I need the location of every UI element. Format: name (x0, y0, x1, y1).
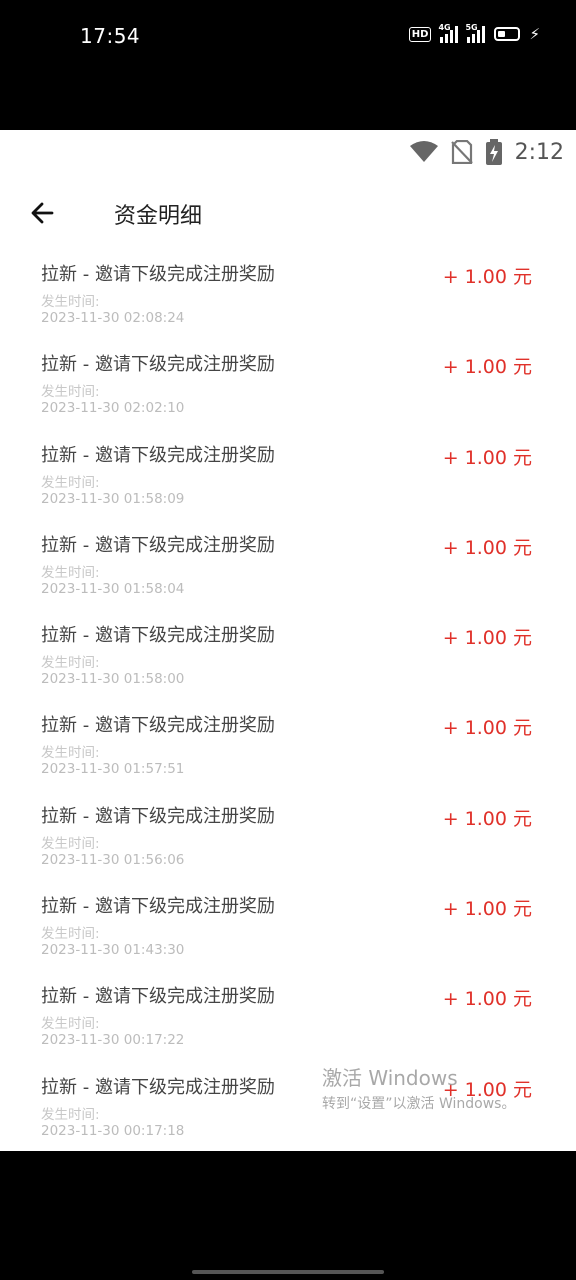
transaction-date: 2023-11-30 01:58:09 (41, 490, 185, 507)
transaction-amount: + 1.00 元 (442, 898, 532, 921)
transaction-row[interactable]: 拉新 - 邀请下级完成注册奖励 发生时间: 2023-11-30 01:57:5… (0, 705, 576, 795)
transaction-time-label: 发生时间: (41, 294, 100, 310)
home-indicator[interactable] (192, 1270, 384, 1274)
transaction-title: 拉新 - 邀请下级完成注册奖励 (41, 805, 275, 827)
signal-5g-label: 5G (465, 23, 478, 32)
transaction-time-label: 发生时间: (41, 384, 100, 401)
app-screen: 2:12 资金明细 拉新 - 邀请下级完成注册奖励 发生时间: 2023-11-… (0, 130, 576, 1151)
page-header: 资金明细 (0, 192, 576, 232)
transaction-amount: + 1.00 元 (442, 988, 532, 1011)
transaction-date: 2023-11-30 02:08:24 (41, 310, 185, 326)
transaction-amount: + 1.00 元 (442, 446, 532, 469)
no-sim-icon (450, 140, 473, 164)
outer-status-icons: HD 4G 5G ⚡ (408, 23, 540, 43)
transaction-amount: + 1.00 元 (442, 717, 532, 740)
transaction-time-label: 发生时间: (41, 564, 100, 581)
transaction-row[interactable]: 拉新 - 邀请下级完成注册奖励 发生时间: 2023-11-30 01:58:0… (0, 525, 576, 615)
outer-status-bar: 17:54 HD 4G 5G ⚡ (0, 0, 576, 130)
transaction-title: 拉新 - 邀请下级完成注册奖励 (41, 444, 275, 466)
transaction-title: 拉新 - 邀请下级完成注册奖励 (41, 1076, 275, 1098)
wifi-icon (409, 141, 438, 162)
inner-status-time: 2:12 (514, 139, 564, 165)
transaction-title: 拉新 - 邀请下级完成注册奖励 (41, 534, 275, 556)
transaction-row[interactable]: 拉新 - 邀请下级完成注册奖励 发生时间: 2023-11-30 01:43:3… (0, 886, 576, 976)
transaction-amount: + 1.00 元 (442, 356, 532, 379)
transaction-row[interactable]: 拉新 - 邀请下级完成注册奖励 发生时间: 2023-11-30 00:17:2… (0, 976, 576, 1066)
transaction-date: 2023-11-30 01:57:51 (41, 761, 185, 778)
transaction-time-label: 发生时间: (41, 474, 100, 491)
transaction-row[interactable]: 拉新 - 邀请下级完成注册奖励 发生时间: 2023-11-30 01:56:0… (0, 796, 576, 886)
transaction-amount: + 1.00 元 (442, 627, 532, 650)
signal-4g-icon: 4G (438, 23, 459, 43)
transaction-time-label: 发生时间: (41, 655, 100, 672)
transaction-row[interactable]: 拉新 - 邀请下级完成注册奖励 发生时间: 2023-11-30 00:17:1… (0, 1067, 576, 1151)
battery-charging-icon (485, 139, 502, 165)
transaction-title: 拉新 - 邀请下级完成注册奖励 (41, 986, 275, 1008)
transaction-list: 拉新 - 邀请下级完成注册奖励 发生时间: 2023-11-30 02:08:2… (0, 254, 576, 1151)
transaction-date: 2023-11-30 01:43:30 (41, 942, 185, 959)
signal-5g-icon: 5G (465, 23, 486, 43)
transaction-title: 拉新 - 邀请下级完成注册奖励 (41, 715, 275, 737)
inner-status-bar: 2:12 (409, 134, 564, 170)
transaction-row[interactable]: 拉新 - 邀请下级完成注册奖励 发生时间: 2023-11-30 01:58:0… (0, 435, 576, 525)
hd-icon: HD (408, 26, 432, 42)
transaction-amount: + 1.00 元 (442, 536, 532, 559)
transaction-title: 拉新 - 邀请下级完成注册奖励 (41, 354, 275, 376)
transaction-title: 拉新 - 邀请下级完成注册奖励 (41, 264, 275, 285)
transaction-amount: + 1.00 元 (442, 807, 532, 830)
transaction-date: 2023-11-30 00:17:18 (41, 1122, 185, 1139)
back-button[interactable] (28, 198, 58, 228)
arrow-left-icon (31, 202, 54, 224)
charging-bolt-icon: ⚡ (529, 24, 540, 43)
transaction-row[interactable]: 拉新 - 邀请下级完成注册奖励 发生时间: 2023-11-30 02:02:1… (0, 344, 576, 434)
transaction-date: 2023-11-30 01:58:00 (41, 671, 185, 688)
transaction-time-label: 发生时间: (41, 926, 100, 943)
transaction-date: 2023-11-30 01:58:04 (41, 580, 185, 597)
transaction-time-label: 发生时间: (41, 835, 100, 852)
transaction-time-label: 发生时间: (41, 1016, 100, 1033)
signal-4g-label: 4G (438, 23, 451, 32)
transaction-title: 拉新 - 邀请下级完成注册奖励 (41, 896, 275, 918)
transaction-time-label: 发生时间: (41, 1106, 100, 1123)
outer-status-time: 17:54 (80, 24, 141, 48)
transaction-row[interactable]: 拉新 - 邀请下级完成注册奖励 发生时间: 2023-11-30 02:08:2… (0, 254, 576, 344)
transaction-date: 2023-11-30 00:17:22 (41, 1032, 185, 1049)
transaction-date: 2023-11-30 02:02:10 (41, 400, 185, 417)
transaction-amount: + 1.00 元 (442, 1078, 532, 1101)
transaction-time-label: 发生时间: (41, 745, 100, 762)
transaction-amount: + 1.00 元 (442, 266, 532, 288)
battery-icon (494, 27, 521, 41)
transaction-date: 2023-11-30 01:56:06 (41, 851, 185, 868)
page-title: 资金明细 (114, 204, 203, 229)
transaction-row[interactable]: 拉新 - 邀请下级完成注册奖励 发生时间: 2023-11-30 01:58:0… (0, 615, 576, 705)
transaction-title: 拉新 - 邀请下级完成注册奖励 (41, 625, 275, 647)
